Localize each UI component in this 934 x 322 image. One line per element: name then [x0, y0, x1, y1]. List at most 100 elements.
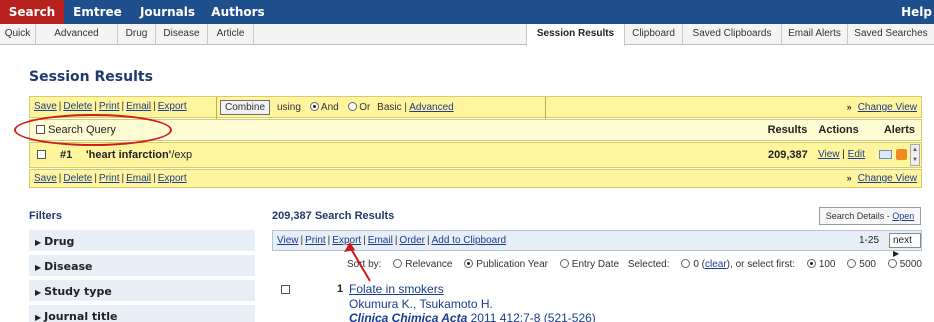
selected-label: Selected:: [627, 259, 670, 270]
sort-entry-date-radio[interactable]: [559, 259, 569, 268]
results-title: 209,387 Search Results: [272, 210, 395, 222]
clear-link[interactable]: clear: [705, 259, 727, 270]
first-500-radio[interactable]: [847, 259, 857, 268]
caret-right-icon: ▶: [35, 263, 42, 272]
tab-search[interactable]: Search: [0, 0, 64, 24]
filter-drug[interactable]: ▶ Drug: [29, 230, 255, 253]
sort-relevance-radio[interactable]: [393, 259, 403, 268]
order-link[interactable]: Order: [399, 235, 425, 246]
session-toolbar: Save | Delete | Print | Email | Export Combine u…: [29, 96, 922, 119]
result-authors[interactable]: Okumura K., Tsukamoto H.: [349, 297, 493, 311]
result-checkbox[interactable]: [281, 285, 290, 294]
query-suffix: /exp: [171, 149, 193, 161]
query-checkbox[interactable]: [37, 150, 46, 159]
email-link-bottom[interactable]: Email: [126, 173, 151, 184]
tab-emtree[interactable]: Emtree: [64, 0, 131, 24]
sort-publication-year-radio[interactable]: [464, 259, 474, 268]
print-results-link[interactable]: Print: [305, 235, 326, 246]
query-text: 'heart infarction'/exp: [86, 149, 192, 161]
actions-column-header: Actions: [818, 124, 859, 136]
subtab-disease[interactable]: Disease: [156, 24, 208, 45]
result-journal[interactable]: Clinica Chimica Acta: [349, 311, 467, 322]
subtab-clipboard[interactable]: Clipboard: [625, 24, 683, 45]
advanced-link[interactable]: Advanced: [409, 102, 453, 113]
search-details-box: Search Details - Open: [819, 207, 921, 225]
next-label: next: [893, 235, 912, 246]
filter-label: Study type: [44, 285, 112, 298]
tab-authors[interactable]: Authors: [204, 0, 272, 24]
top-navigation: Search Emtree Journals Authors Help: [0, 0, 934, 24]
subtab-article[interactable]: Article: [208, 24, 254, 45]
change-view-link-bottom[interactable]: Change View: [858, 173, 917, 184]
filter-journal-title[interactable]: ▶ Journal title: [29, 305, 255, 322]
subtab-advanced[interactable]: Advanced: [36, 24, 118, 45]
alerts-column-header: Alerts: [883, 124, 915, 136]
rss-feed-icon[interactable]: [896, 149, 907, 160]
session-toolbar-bottom: Save | Delete | Print | Email | Export » Change V…: [29, 169, 922, 188]
save-link[interactable]: Save: [34, 101, 57, 112]
caret-right-icon: ▶: [35, 288, 42, 297]
delete-link[interactable]: Delete: [63, 101, 92, 112]
first-500-label: 500: [859, 259, 876, 270]
filters-title: Filters: [29, 210, 63, 222]
help-link[interactable]: Help: [894, 0, 934, 24]
subtab-email-alerts[interactable]: Email Alerts: [782, 24, 848, 45]
save-link-bottom[interactable]: Save: [34, 173, 57, 184]
or-radio[interactable]: [347, 102, 357, 111]
annotation-oval: [14, 114, 172, 146]
subtab-session-results[interactable]: Session Results: [526, 24, 625, 46]
edit-link[interactable]: Edit: [848, 149, 865, 160]
print-link-bottom[interactable]: Print: [99, 173, 120, 184]
first-5000-label: 5000: [899, 259, 922, 270]
session-actions: Save | Delete | Print | Email | Export: [34, 101, 187, 112]
change-view-top[interactable]: » Change View: [847, 102, 917, 113]
email-link[interactable]: Email: [126, 101, 151, 112]
combine-options: using And Or Basic | Advanced: [277, 102, 454, 113]
scroll-arrows-icon[interactable]: ▲ ▼: [910, 144, 920, 166]
column-headers: Results Actions Alerts: [760, 124, 915, 136]
result-number: 1: [337, 283, 344, 295]
and-radio[interactable]: [309, 102, 319, 111]
filter-label: Journal title: [44, 310, 118, 322]
results-column-header: Results: [767, 124, 808, 136]
export-link[interactable]: Export: [158, 101, 187, 112]
open-link[interactable]: Open: [892, 211, 914, 221]
basic-label[interactable]: Basic: [377, 102, 401, 113]
and-label: And: [320, 102, 339, 113]
combine-area: Combine using And Or Basic | Advanced: [216, 97, 546, 119]
query-actions: View | Edit: [818, 149, 865, 160]
first-100-label: 100: [818, 259, 836, 270]
sort-entry-date-label: Entry Date: [571, 259, 620, 270]
caret-right-icon: ▶: [35, 238, 42, 247]
subtab-quick[interactable]: Quick: [0, 24, 36, 45]
export-link-bottom[interactable]: Export: [158, 173, 187, 184]
subtab-drug[interactable]: Drug: [118, 24, 156, 45]
selected-radio[interactable]: [681, 259, 691, 268]
next-page-button[interactable]: next ▶: [889, 233, 921, 258]
combine-button[interactable]: Combine: [220, 100, 271, 115]
view-link[interactable]: View: [818, 149, 840, 160]
filter-disease[interactable]: ▶ Disease: [29, 255, 255, 278]
query-result-count: 209,387: [768, 149, 808, 161]
session-actions-bottom: Save | Delete | Print | Email | Export: [34, 173, 187, 184]
filter-label: Disease: [44, 260, 93, 273]
query-row: #1 'heart infarction'/exp 209,387 View |…: [29, 142, 922, 168]
add-to-clipboard-link[interactable]: Add to Clipboard: [432, 235, 507, 246]
chevron-down-icon: »: [846, 173, 852, 183]
selected-count: 0: [693, 259, 699, 270]
result-title-link[interactable]: Folate in smokers: [349, 282, 444, 296]
print-link[interactable]: Print: [99, 101, 120, 112]
subtab-saved-searches[interactable]: Saved Searches: [848, 24, 934, 45]
tab-journals[interactable]: Journals: [131, 0, 204, 24]
change-view-bottom[interactable]: » Change View: [847, 173, 917, 184]
query-term: 'heart infarction': [86, 149, 172, 161]
filter-study-type[interactable]: ▶ Study type: [29, 280, 255, 303]
change-view-link[interactable]: Change View: [858, 102, 917, 113]
subtab-saved-clipboards[interactable]: Saved Clipboards: [683, 24, 782, 45]
delete-link-bottom[interactable]: Delete: [63, 173, 92, 184]
first-100-radio[interactable]: [806, 259, 816, 268]
first-5000-radio[interactable]: [887, 259, 897, 268]
sort-relevance-label: Relevance: [405, 259, 453, 270]
view-results-link[interactable]: View: [277, 235, 299, 246]
email-alert-icon[interactable]: [879, 150, 892, 159]
